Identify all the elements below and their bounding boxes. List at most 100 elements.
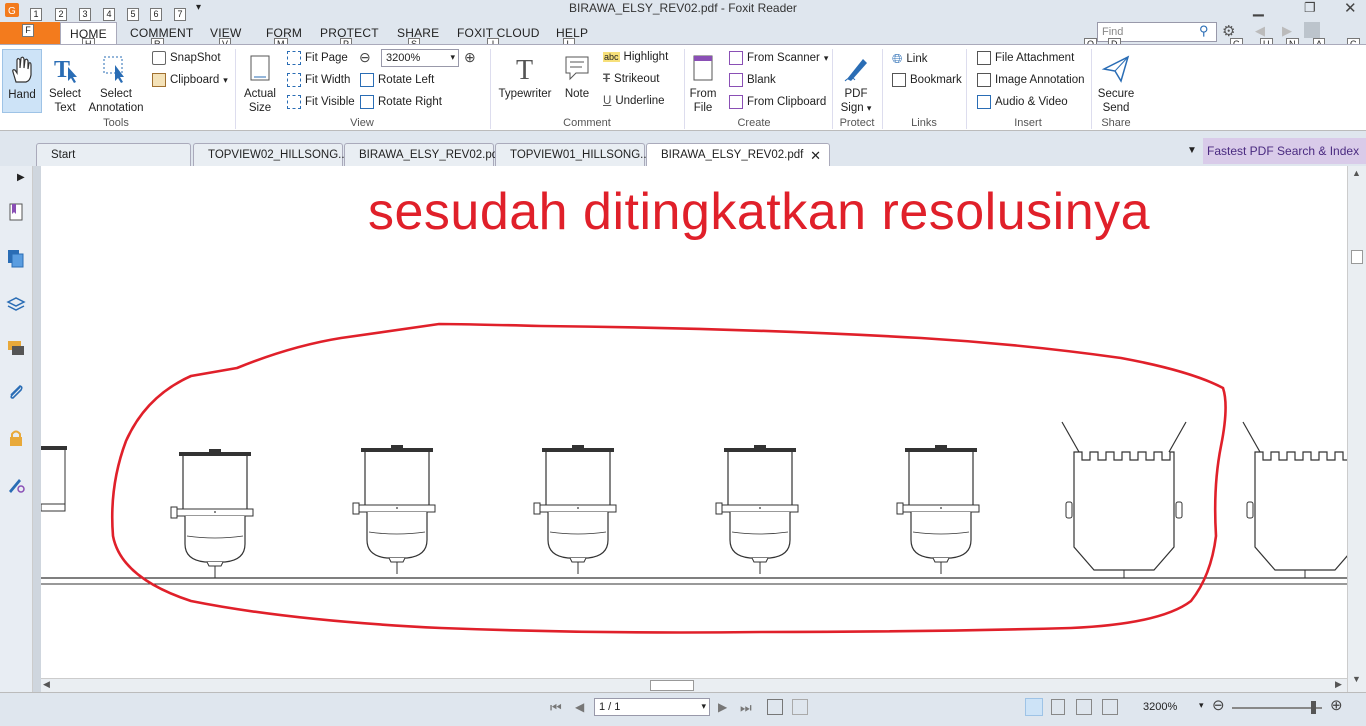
zoom-out-icon[interactable]: ⊖ bbox=[359, 49, 371, 66]
highlight-icon: abc bbox=[603, 52, 620, 62]
window-title: BIRAWA_ELSY_REV02.pdf - Foxit Reader bbox=[569, 1, 797, 15]
horizontal-scroll-thumb[interactable] bbox=[650, 680, 694, 691]
strikeout-button[interactable]: T Strikeout bbox=[603, 73, 659, 85]
page-number-input[interactable]: 1 / 1 ▾ bbox=[594, 698, 710, 716]
audio-video-button[interactable]: Audio & Video bbox=[977, 95, 1068, 109]
globe-icon: 🌐︎ bbox=[892, 51, 903, 66]
secure-send-button[interactable]: Secure Send bbox=[1095, 53, 1137, 115]
pages-icon[interactable] bbox=[6, 248, 26, 268]
zoom-slider-thumb[interactable] bbox=[1311, 701, 1316, 714]
select-text-button[interactable]: T Select Text bbox=[44, 53, 86, 115]
file-attachment-button[interactable]: File Attachment bbox=[977, 51, 1074, 65]
scroll-right-icon[interactable]: ▶ bbox=[1335, 679, 1342, 690]
fit-visible-button[interactable]: Fit Visible bbox=[287, 95, 355, 109]
last-page-icon[interactable]: ⏭ bbox=[740, 700, 752, 716]
continuous-view-icon[interactable] bbox=[1051, 699, 1065, 715]
rotate-right-button[interactable]: Rotate Right bbox=[360, 95, 442, 109]
horizontal-scrollbar[interactable]: ◀ ▶ bbox=[41, 678, 1347, 692]
tab-birawa-active[interactable]: BIRAWA_ELSY_REV02.pdf ✕ bbox=[646, 143, 830, 167]
hand-tool-button[interactable]: Hand bbox=[2, 49, 42, 113]
first-page-icon[interactable]: ⏮ bbox=[550, 700, 562, 716]
layers-icon[interactable] bbox=[6, 294, 26, 314]
divider bbox=[882, 49, 883, 129]
divider bbox=[490, 49, 491, 129]
forward-arrow-icon[interactable]: ▶ bbox=[1282, 23, 1292, 39]
underline-button[interactable]: U Underline bbox=[603, 95, 665, 107]
bookmarks-icon[interactable] bbox=[6, 202, 26, 222]
tab-start[interactable]: Start bbox=[36, 143, 191, 166]
zoom-select[interactable]: 3200% ▾ bbox=[381, 49, 459, 67]
comments-icon[interactable] bbox=[6, 338, 26, 358]
technical-drawing bbox=[41, 322, 1347, 634]
blank-button[interactable]: Blank bbox=[729, 73, 776, 87]
snapshot-button[interactable]: SnapShot bbox=[152, 51, 221, 65]
select-annotation-button[interactable]: Select Annotation bbox=[86, 53, 146, 115]
qa-customize-icon[interactable]: ▾ bbox=[196, 2, 201, 13]
from-scanner-button[interactable]: From Scanner ▾ bbox=[729, 51, 828, 65]
close-window-icon[interactable]: ✕ bbox=[1344, 0, 1357, 17]
scroll-down-icon[interactable]: ▼ bbox=[1352, 674, 1361, 684]
tab-topview01[interactable]: TOPVIEW01_HILLSONG... bbox=[495, 143, 650, 166]
search-icon[interactable]: ⚲ bbox=[1199, 23, 1209, 39]
underline-icon: U bbox=[603, 95, 612, 107]
back-arrow-icon[interactable]: ◀ bbox=[1255, 23, 1265, 39]
vertical-scroll-thumb[interactable] bbox=[1351, 250, 1363, 264]
strikeout-icon: T bbox=[603, 73, 611, 85]
maximize-icon[interactable]: ❐ bbox=[1304, 0, 1316, 16]
bookmark-button[interactable]: Bookmark bbox=[892, 73, 962, 87]
title-bar: BIRAWA_ELSY_REV02.pdf - Foxit Reader G 1… bbox=[0, 0, 1366, 22]
signature-icon[interactable] bbox=[6, 474, 26, 494]
status-zoom-in-icon[interactable]: ⊕ bbox=[1330, 696, 1343, 714]
divider bbox=[1091, 49, 1092, 129]
tab-topview02[interactable]: TOPVIEW02_HILLSONG... bbox=[193, 143, 348, 166]
from-file-button[interactable]: From File bbox=[686, 53, 720, 115]
scanner-icon bbox=[729, 51, 743, 65]
next-view-icon[interactable] bbox=[792, 699, 808, 715]
avatar[interactable] bbox=[1304, 22, 1320, 38]
attachments-icon[interactable] bbox=[6, 382, 26, 402]
rotate-right-icon bbox=[360, 95, 374, 109]
typewriter-button[interactable]: T Typewriter bbox=[496, 53, 554, 101]
protect-group-label: Protect bbox=[839, 117, 875, 129]
create-group-label: Create bbox=[737, 117, 771, 129]
fit-page-icon bbox=[287, 51, 301, 65]
link-button[interactable]: 🌐︎ Link bbox=[892, 51, 928, 67]
tab-list-icon[interactable]: ▼ bbox=[1187, 145, 1197, 156]
zoom-slider-track[interactable] bbox=[1232, 707, 1322, 709]
ribbon: Hand T Select Text Select Annotation SnapS… bbox=[0, 44, 1366, 131]
scroll-up-icon[interactable]: ▲ bbox=[1352, 168, 1361, 178]
image-icon bbox=[977, 73, 991, 87]
fit-width-button[interactable]: Fit Width bbox=[287, 73, 350, 87]
expand-sidebar-icon[interactable]: ▶ bbox=[17, 172, 25, 183]
previous-view-icon[interactable] bbox=[767, 699, 783, 715]
fit-page-button[interactable]: Fit Page bbox=[287, 51, 348, 65]
facing-view-icon[interactable] bbox=[1076, 699, 1092, 715]
vertical-scrollbar[interactable]: ▲ ▼ bbox=[1347, 166, 1366, 692]
pdf-sign-button[interactable]: PDF Sign ▾ bbox=[836, 53, 876, 115]
rotate-left-button[interactable]: Rotate Left bbox=[360, 73, 434, 87]
minimize-icon[interactable]: ▁ bbox=[1253, 0, 1264, 17]
note-button[interactable]: Note bbox=[558, 53, 596, 101]
lock-icon[interactable] bbox=[6, 428, 26, 448]
sidebar-splitter[interactable] bbox=[33, 166, 41, 692]
actual-size-button[interactable]: Actual Size bbox=[241, 53, 279, 115]
next-page-icon[interactable]: ▶ bbox=[718, 700, 727, 714]
zoom-dropdown-icon[interactable]: ▾ bbox=[1199, 700, 1204, 711]
close-tab-icon[interactable]: ✕ bbox=[810, 148, 821, 164]
image-annotation-button[interactable]: Image Annotation bbox=[977, 73, 1085, 87]
clipboard-button[interactable]: Clipboard ▾ bbox=[152, 73, 228, 87]
status-zoom-value[interactable]: 3200% bbox=[1143, 701, 1177, 713]
lamp-5 bbox=[896, 444, 980, 575]
continuous-facing-view-icon[interactable] bbox=[1102, 699, 1118, 715]
single-page-view-icon[interactable] bbox=[1025, 698, 1043, 716]
prev-page-icon[interactable]: ◀ bbox=[575, 700, 584, 714]
status-zoom-out-icon[interactable]: ⊖ bbox=[1212, 696, 1225, 714]
scroll-left-icon[interactable]: ◀ bbox=[43, 679, 50, 690]
fit-visible-icon bbox=[287, 95, 301, 109]
tab-birawa-1[interactable]: BIRAWA_ELSY_REV02.pdf bbox=[344, 143, 501, 166]
document-page: sesudah ditingkatkan resolusinya bbox=[41, 166, 1347, 678]
zoom-in-icon[interactable]: ⊕ bbox=[464, 49, 476, 66]
highlight-button[interactable]: abc Highlight bbox=[603, 51, 668, 63]
from-clipboard-button[interactable]: From Clipboard bbox=[729, 95, 826, 109]
fastest-search-banner[interactable]: Fastest PDF Search & Index bbox=[1203, 138, 1366, 164]
